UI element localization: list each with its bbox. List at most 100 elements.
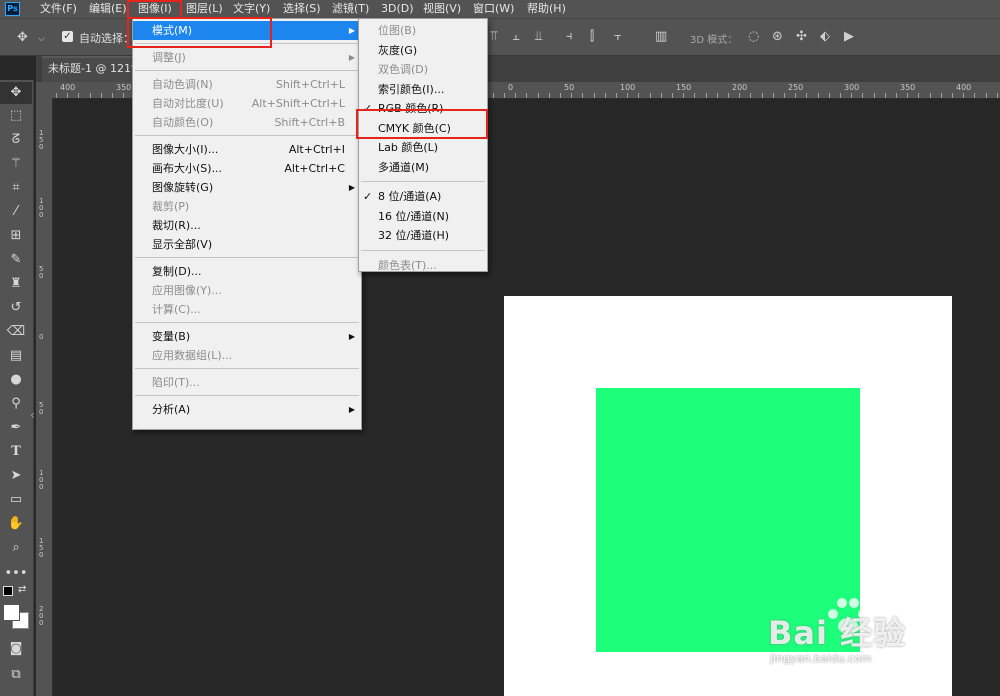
align-vertical-center-icon[interactable]: ⫠: [512, 30, 520, 44]
image-menu-item[interactable]: 图像大小(I)... Alt+Ctrl+I: [133, 140, 361, 159]
photoshop-logo[interactable]: Ps: [5, 2, 20, 16]
ruler-tick: [694, 93, 695, 98]
ruler-tick: [930, 93, 931, 98]
ruler-tick: [571, 93, 572, 98]
magic-wand-tool-icon[interactable]: ⚚: [0, 153, 32, 175]
ruler-origin[interactable]: [36, 82, 52, 98]
menu-filter[interactable]: 滤镜(T): [332, 0, 369, 18]
menu-select[interactable]: 选择(S): [283, 0, 321, 18]
image-menu-dropdown: 模式(M) ▶ 调整(J) ▶ 自动色调(N) Shift+Ctrl+L 自动对比度(U) A…: [132, 18, 362, 430]
quick-mask-icon[interactable]: ◙: [0, 638, 32, 660]
menu-help[interactable]: 帮助(H): [527, 0, 566, 18]
3d-roll-icon[interactable]: ⊛: [772, 30, 783, 44]
mode-submenu-item[interactable]: 16 位/通道(N): [359, 207, 487, 226]
menu-type[interactable]: 文字(Y): [233, 0, 270, 18]
default-colors-icon[interactable]: [3, 586, 13, 596]
zoom-tool-icon[interactable]: ⌕: [0, 537, 32, 559]
menu-item-label: 裁剪(P): [152, 200, 190, 213]
ruler-tick: [773, 93, 774, 98]
swap-colors-icon[interactable]: ⇄: [18, 584, 26, 595]
3d-orbit-icon[interactable]: ◌: [748, 30, 759, 44]
brush-tool-icon[interactable]: ✎: [0, 249, 32, 271]
image-menu-item[interactable]: 裁切(R)...: [133, 216, 361, 235]
menu-item-label: 多通道(M): [378, 160, 430, 174]
foreground-color-swatch[interactable]: [3, 604, 20, 621]
image-menu-item: 自动颜色(O) Shift+Ctrl+B: [133, 113, 361, 132]
menu-3d[interactable]: 3D(D): [381, 0, 414, 18]
menu-separator: [135, 395, 359, 396]
menu-item-label: 自动色调(N): [152, 78, 213, 91]
align-top-icon[interactable]: ⫪: [490, 30, 497, 44]
ruler-tick: [818, 93, 819, 98]
menu-item-label: 应用图像(Y)...: [152, 284, 222, 297]
mode-submenu-item: 颜色表(T)...: [359, 256, 487, 275]
image-menu-item[interactable]: 显示全部(V): [133, 235, 361, 254]
menu-file[interactable]: 文件(F): [40, 0, 77, 18]
ruler-label: 200: [39, 605, 44, 627]
hand-tool-icon[interactable]: ✋: [0, 513, 32, 535]
menu-separator: [135, 70, 359, 71]
ruler-label: 150: [39, 537, 44, 559]
pen-tool-icon[interactable]: ✒: [0, 417, 32, 439]
move-tool-icon[interactable]: ✥: [0, 82, 32, 104]
ruler-tick: [123, 93, 124, 98]
mode-submenu-item[interactable]: 灰度(G): [359, 41, 487, 60]
ruler-tick: [672, 93, 673, 98]
ruler-tick: [650, 93, 651, 98]
history-brush-tool-icon[interactable]: ↺: [0, 297, 32, 319]
3d-slide-icon[interactable]: ⬖: [820, 30, 830, 44]
image-menu-item[interactable]: 画布大小(S)... Alt+Ctrl+C: [133, 159, 361, 178]
menu-view[interactable]: 视图(V): [423, 0, 461, 18]
chevron-down-icon[interactable]: ⌵: [38, 32, 45, 46]
image-menu-item[interactable]: 图像旋转(G) ▶: [133, 178, 361, 197]
3d-scale-icon[interactable]: ▶: [844, 30, 854, 44]
gradient-tool-icon[interactable]: ▤: [0, 345, 32, 367]
collapse-panel-chevron-icon[interactable]: ‹: [30, 408, 35, 422]
mode-submenu-item[interactable]: 多通道(M): [359, 158, 487, 177]
distribute-icon[interactable]: ▥: [655, 30, 667, 44]
rectangle-tool-icon[interactable]: ▭: [0, 489, 32, 511]
align-bottom-icon[interactable]: ⫫: [535, 30, 542, 44]
move-tool-preset-icon[interactable]: ✥: [17, 31, 28, 45]
lasso-tool-icon[interactable]: ᘔ: [0, 129, 32, 151]
dodge-tool-icon[interactable]: ⚲: [0, 393, 32, 415]
screen-mode-icon[interactable]: ⧉: [0, 664, 32, 686]
path-selection-tool-icon[interactable]: ➤: [0, 465, 32, 487]
image-menu-item[interactable]: 变量(B) ▶: [133, 327, 361, 346]
mode-submenu-item[interactable]: 索引颜色(I)...: [359, 80, 487, 99]
green-rectangle-layer[interactable]: [596, 388, 860, 652]
align-right-icon[interactable]: ⫟: [614, 30, 622, 44]
eyedropper-tool-icon[interactable]: ⁄: [0, 201, 32, 223]
type-tool-icon[interactable]: T: [0, 441, 32, 463]
image-menu-item: 应用数据组(L)...: [133, 346, 361, 365]
clone-stamp-tool-icon[interactable]: ♜: [0, 273, 32, 295]
document-tab[interactable]: 未标题-1 @ 121%: [42, 56, 142, 82]
ruler-tick: [750, 93, 751, 98]
menu-layer[interactable]: 图层(L): [186, 0, 223, 18]
menu-window[interactable]: 窗口(W): [473, 0, 514, 18]
vertical-ruler[interactable]: 150 100 50 0 50 100 150 200: [36, 98, 53, 696]
ruler-tick: [605, 93, 606, 98]
mode-submenu-item[interactable]: Lab 颜色(L): [359, 138, 487, 157]
menu-edit[interactable]: 编辑(E): [89, 0, 127, 18]
menu-item-label: 调整(J): [152, 51, 186, 64]
healing-brush-tool-icon[interactable]: ⊞: [0, 225, 32, 247]
image-menu-item[interactable]: 复制(D)...: [133, 262, 361, 281]
auto-select-checkbox[interactable]: ✓: [62, 31, 73, 42]
menu-item-label: 16 位/通道(N): [378, 209, 450, 223]
3d-pan-icon[interactable]: ✣: [796, 30, 807, 44]
eraser-tool-icon[interactable]: ⌫: [0, 321, 32, 343]
submenu-arrow-icon: ▶: [348, 183, 355, 192]
mode-submenu-item[interactable]: ✓ 8 位/通道(A): [359, 187, 487, 206]
blur-tool-icon[interactable]: ●: [0, 369, 32, 391]
ruler-tick: [739, 93, 740, 98]
marquee-tool-icon[interactable]: ⬚: [0, 105, 32, 127]
ruler-tick: [661, 93, 662, 98]
align-left-icon[interactable]: ⫞: [566, 30, 573, 44]
mode-submenu-item[interactable]: 32 位/通道(H): [359, 226, 487, 245]
menu-separator: [135, 257, 359, 258]
image-menu-item[interactable]: 分析(A) ▶: [133, 400, 361, 419]
more-tools-icon[interactable]: •••: [0, 563, 32, 585]
align-horizontal-center-icon[interactable]: ⫿: [590, 30, 594, 44]
crop-tool-icon[interactable]: ⌗: [0, 177, 32, 199]
